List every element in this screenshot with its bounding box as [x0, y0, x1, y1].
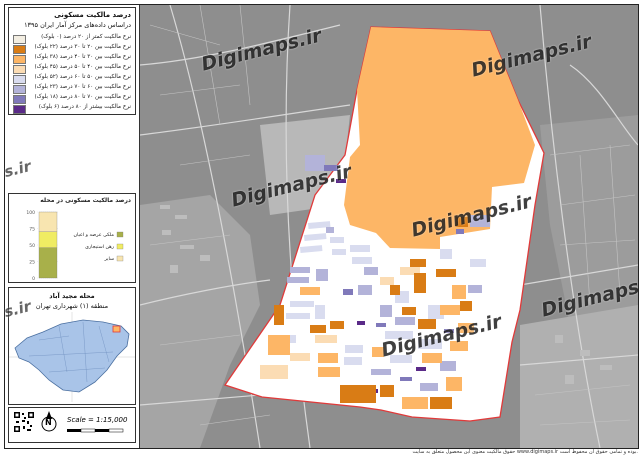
- legend-title: درصد مالکیت مسکونی: [54, 11, 131, 19]
- legend-swatch: [13, 105, 26, 114]
- legend-label: نرخ مالکیت بین ۶۰ تا ۷۰ درصد (۲۳ بلوک): [34, 84, 131, 90]
- legend-item: نرخ مالکیت بین ۲۰ تا ۳۰ درصد (۲۲ بلوک): [9, 44, 135, 54]
- legend-item: نرخ مالکیت بین ۶۰ تا ۷۰ درصد (۲۳ بلوک): [9, 84, 135, 94]
- chart-legend-label: ملکی عرصه و اعیان: [74, 232, 115, 238]
- legend-label: نرخ مالکیت بین ۲۰ تا ۳۰ درصد (۲۲ بلوک): [34, 44, 131, 50]
- legend-label: نرخ مالکیت بین ۷۰ تا ۸۰ درصد (۱۸ بلوک): [34, 94, 131, 100]
- legend-subtitle: دراساس داده‌های مرکز آمار ایران ۱۳۹۵: [24, 21, 131, 29]
- chart-tick-label: 75: [29, 227, 35, 233]
- north-label: N: [45, 418, 52, 427]
- chart-tick-label: 25: [29, 260, 35, 266]
- scale-box: N Scale = 1:15,000: [8, 407, 136, 443]
- tehran-locator-map: [9, 312, 135, 402]
- chart-bar-segment: [38, 231, 58, 248]
- legend-item: نرخ مالکیت بین ۳۰ تا ۴۰ درصد (۳۸ بلوک): [9, 54, 135, 64]
- scale-text: Scale = 1:15,000: [67, 416, 128, 424]
- legend-swatch: [13, 35, 26, 44]
- legend-label: نرخ مالکیت بین ۵۰ تا ۶۰ درصد (۵۲ بلوک): [34, 74, 131, 80]
- legend-box: درصد مالکیت مسکونی دراساس داده‌های مرکز …: [8, 7, 136, 115]
- legend-swatch: [13, 85, 26, 94]
- map-canvas[interactable]: Digimaps.ir Digimaps.ir Digimaps.ir Digi…: [140, 5, 638, 448]
- ownership-bar-chart: 100 75 50 25 0 ملکی عرصه و اعیان رهن استیجاری س…: [26, 210, 124, 282]
- chart-legend-label: سایر: [104, 256, 114, 262]
- chart-legend-label: رهن استیجاری: [85, 244, 115, 250]
- legend-swatch: [13, 55, 26, 64]
- legend-label: نرخ مالکیت بین ۳۰ تا ۴۰ درصد (۳۸ بلوک): [34, 54, 131, 60]
- chart-legend-swatch: [116, 243, 124, 250]
- legend-swatch: [13, 95, 26, 104]
- legend-label: نرخ مالکیت کمتر از ۲۰ درصد (۰ بلوک): [41, 34, 131, 40]
- map-sidebar: درصد مالکیت مسکونی دراساس داده‌های مرکز …: [5, 5, 140, 448]
- legend-item: نرخ مالکیت بین ۴۰ تا ۵۰ درصد (۴۵ بلوک): [9, 64, 135, 74]
- legend-item: نرخ مالکیت کمتر از ۲۰ درصد (۰ بلوک): [9, 34, 135, 44]
- chart-tick-label: 100: [26, 210, 35, 216]
- legend-label: نرخ مالکیت بین ۴۰ تا ۵۰ درصد (۴۵ بلوک): [34, 64, 131, 70]
- legend-item: نرخ مالکیت بین ۷۰ تا ۸۰ درصد (۱۸ بلوک): [9, 94, 135, 104]
- legend-label: نرخ مالکیت بیشتر از ۸۰ درصد (۶ بلوک): [38, 104, 131, 110]
- legend-item: نرخ مالکیت بین ۵۰ تا ۶۰ درصد (۵۲ بلوک): [9, 74, 135, 84]
- chart-bar-segment: [38, 247, 58, 279]
- legend-swatch: [13, 75, 26, 84]
- chart-legend-swatch: [116, 231, 124, 238]
- qr-code-icon: [13, 411, 35, 433]
- chart-bar-segment: [38, 211, 58, 232]
- chart-tick-label: 0: [32, 276, 35, 282]
- chart-legend-swatch: [116, 255, 124, 262]
- chart-tick-label: 50: [29, 243, 35, 249]
- chart-title: درصد مالکیت مسکونی در محله: [40, 197, 131, 204]
- scale-bar: [67, 428, 124, 433]
- ownership-chart-box: درصد مالکیت مسکونی در محله 100 75 50 25 0 ملک…: [8, 193, 136, 283]
- copyright-footer: حقوق مالکیت معنوی این محصول متعلق به سای…: [412, 449, 638, 455]
- legend-item: نرخ مالکیت بیشتر از ۸۰ درصد (۶ بلوک): [9, 104, 135, 114]
- legend-swatch: [13, 45, 26, 54]
- legend-swatch: [13, 65, 26, 74]
